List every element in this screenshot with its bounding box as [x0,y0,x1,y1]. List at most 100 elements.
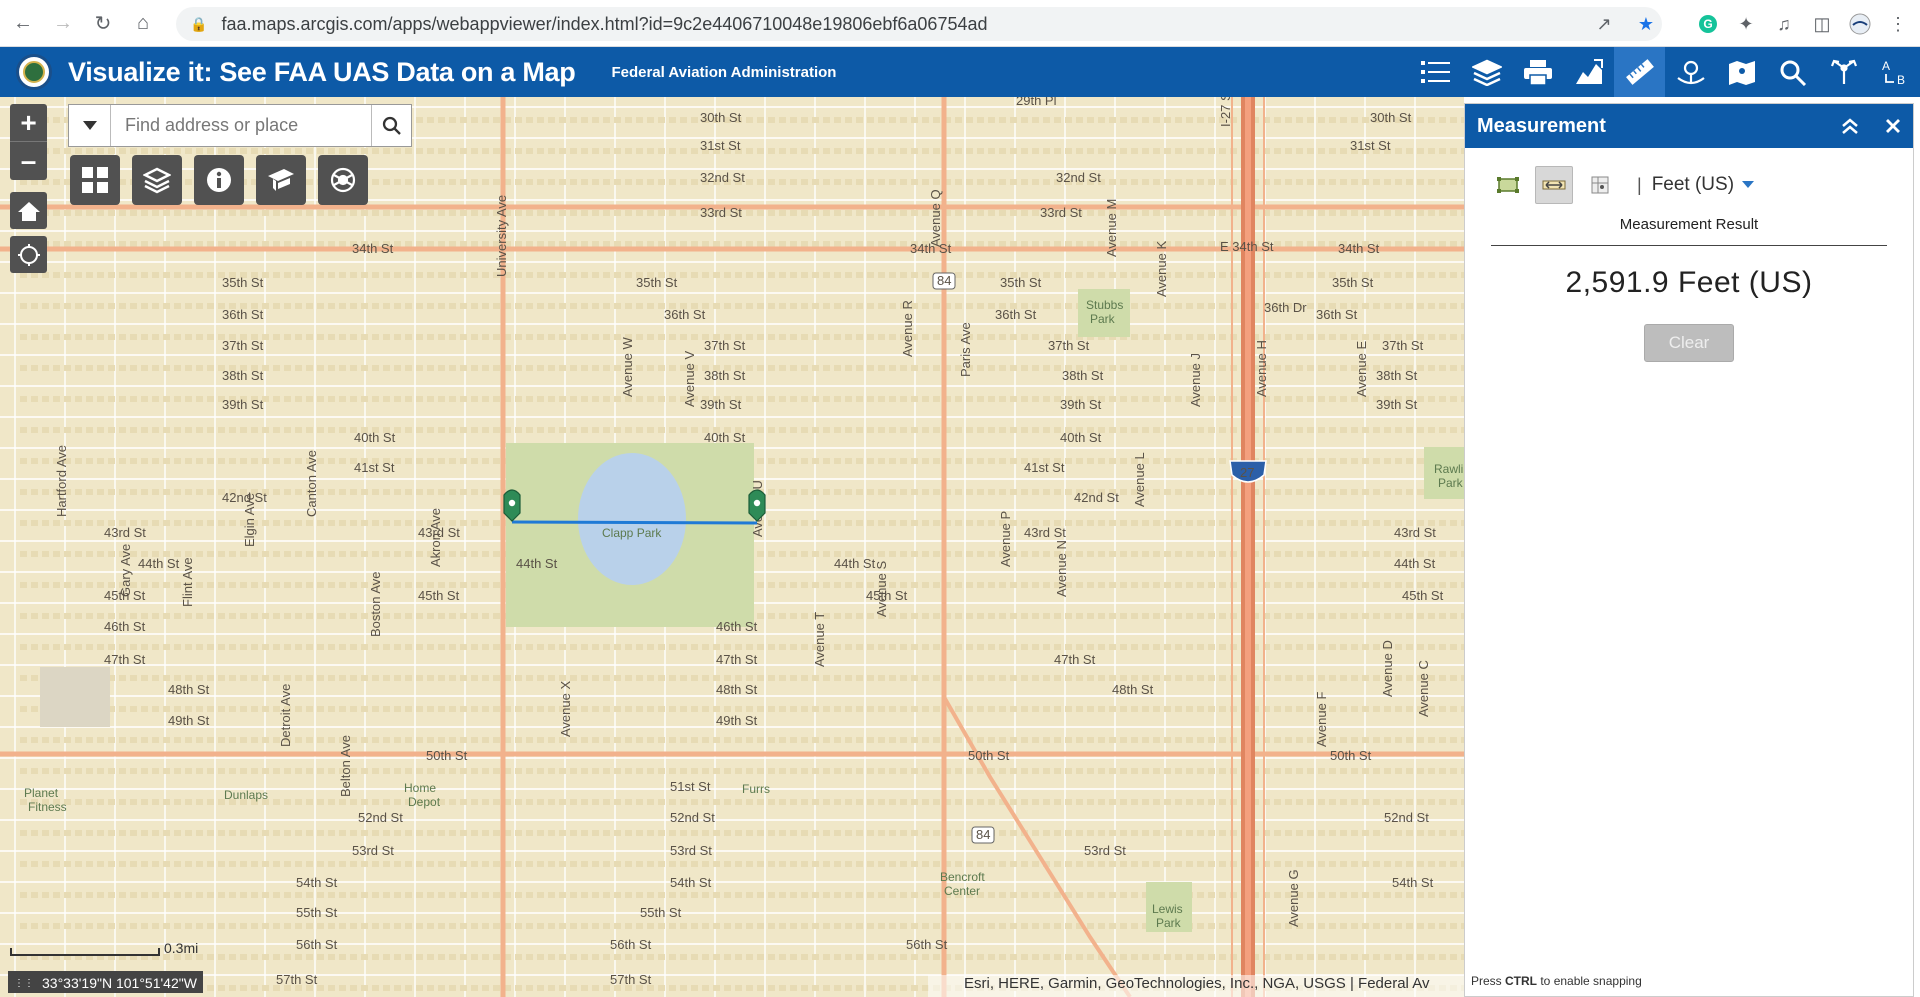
parcel [1131,551,1138,557]
parcel [1428,334,1435,340]
basemap[interactable]: 84842729th Pl30th St 30th St31st St 31st S… [0,97,1464,997]
forward-icon[interactable]: → [46,6,80,40]
parcel [1274,830,1281,836]
print-icon[interactable] [1512,47,1563,97]
parcel [471,861,478,867]
parcel [559,427,566,433]
waypoint-icon[interactable] [1665,47,1716,97]
grammarly-icon[interactable]: G [1696,12,1720,36]
parcel [262,551,269,557]
search-source-dropdown[interactable] [69,105,111,146]
search-icon[interactable] [371,105,411,146]
parcel [251,551,258,557]
parcel [163,458,170,464]
profile-avatar[interactable] [1848,12,1872,36]
drone-button[interactable] [318,155,368,205]
parcel [999,892,1006,898]
parcel [878,830,885,836]
parcel [834,179,841,185]
collapse-icon[interactable] [1841,118,1859,134]
clear-button[interactable]: Clear [1644,324,1734,362]
distance-tool-button[interactable] [1535,166,1573,204]
layers-icon[interactable] [1461,47,1512,97]
measure-icon[interactable] [1614,47,1665,97]
parcel [163,520,170,526]
parcel [207,303,214,309]
parcel [746,923,753,929]
street-label: University Ave [494,195,509,277]
parcel [647,737,654,743]
parcel [768,303,775,309]
back-icon[interactable]: ← [6,6,40,40]
map-icon[interactable] [1716,47,1767,97]
parcel [1142,396,1149,402]
basemap-gallery-button[interactable] [70,155,120,205]
parcel [1120,706,1127,712]
share-page-icon[interactable]: ↗ [1592,12,1616,36]
home-icon[interactable]: ⌂ [126,6,160,40]
about-button[interactable] [194,155,244,205]
url-text[interactable]: faa.maps.arcgis.com/apps/webappviewer/in… [221,14,987,35]
parcel [174,334,181,340]
parcel [229,737,236,743]
parcel [922,427,929,433]
parcel [1120,582,1127,588]
layer-list-button[interactable] [132,155,182,205]
parcel [262,675,269,681]
coordinate-readout[interactable]: ⋮⋮ 33°33'19"N 101°51'42"W [8,971,203,993]
parcel [482,582,489,588]
parcel [1406,303,1413,309]
parcel [812,458,819,464]
parcel [603,675,610,681]
parcel [878,675,885,681]
reload-icon[interactable]: ↻ [86,6,120,40]
menu-dots-icon[interactable]: ⋮ [1886,12,1910,36]
parcel [988,148,995,154]
extensions-icon[interactable]: ✦ [1734,12,1758,36]
home-extent-button[interactable] [10,192,47,229]
education-button[interactable] [256,155,306,205]
share-icon[interactable] [1818,47,1869,97]
address-bar[interactable]: 🔒 faa.maps.arcgis.com/apps/webappviewer/… [176,7,1662,41]
parcel [361,706,368,712]
search-input[interactable] [111,105,371,146]
parcel [570,117,577,123]
parcel [603,303,610,309]
parcel [702,706,709,712]
parcel [900,768,907,774]
media-control-icon[interactable]: ♫ [1772,12,1796,36]
parcel [1186,272,1193,278]
panel-title: Measurement [1477,114,1606,137]
location-tool-button[interactable] [1581,166,1619,204]
legend-icon[interactable] [1410,47,1461,97]
zoom-out-button[interactable]: – [10,142,47,180]
parcel [669,830,676,836]
chart-icon[interactable] [1563,47,1614,97]
parcel [97,334,104,340]
parcel [482,644,489,650]
zoom-in-button[interactable]: + [10,104,47,142]
unit-dropdown[interactable]: Feet (US) [1652,174,1755,196]
parcel [636,396,643,402]
map-view[interactable]: 84 84 27 29th Pl 30th St 30th St 31st St 31st S… [0,97,1464,997]
parcel [31,861,38,867]
parcel [427,954,434,960]
locate-button[interactable] [10,236,47,273]
parcel [966,272,973,278]
parcel [592,241,599,247]
parcel [548,799,555,805]
parcel [438,923,445,929]
parcel [163,644,170,650]
area-tool-button[interactable] [1489,166,1527,204]
translate-icon[interactable]: AB [1869,47,1920,97]
bookmark-star-icon[interactable]: ★ [1634,12,1658,36]
parcel [240,551,247,557]
parcel [108,303,115,309]
close-icon[interactable] [1885,118,1901,134]
parcel [482,706,489,712]
parcel [372,520,379,526]
parcel [713,675,720,681]
parcel [1197,272,1204,278]
side-panel-icon[interactable]: ◫ [1810,12,1834,36]
search-map-icon[interactable] [1767,47,1818,97]
